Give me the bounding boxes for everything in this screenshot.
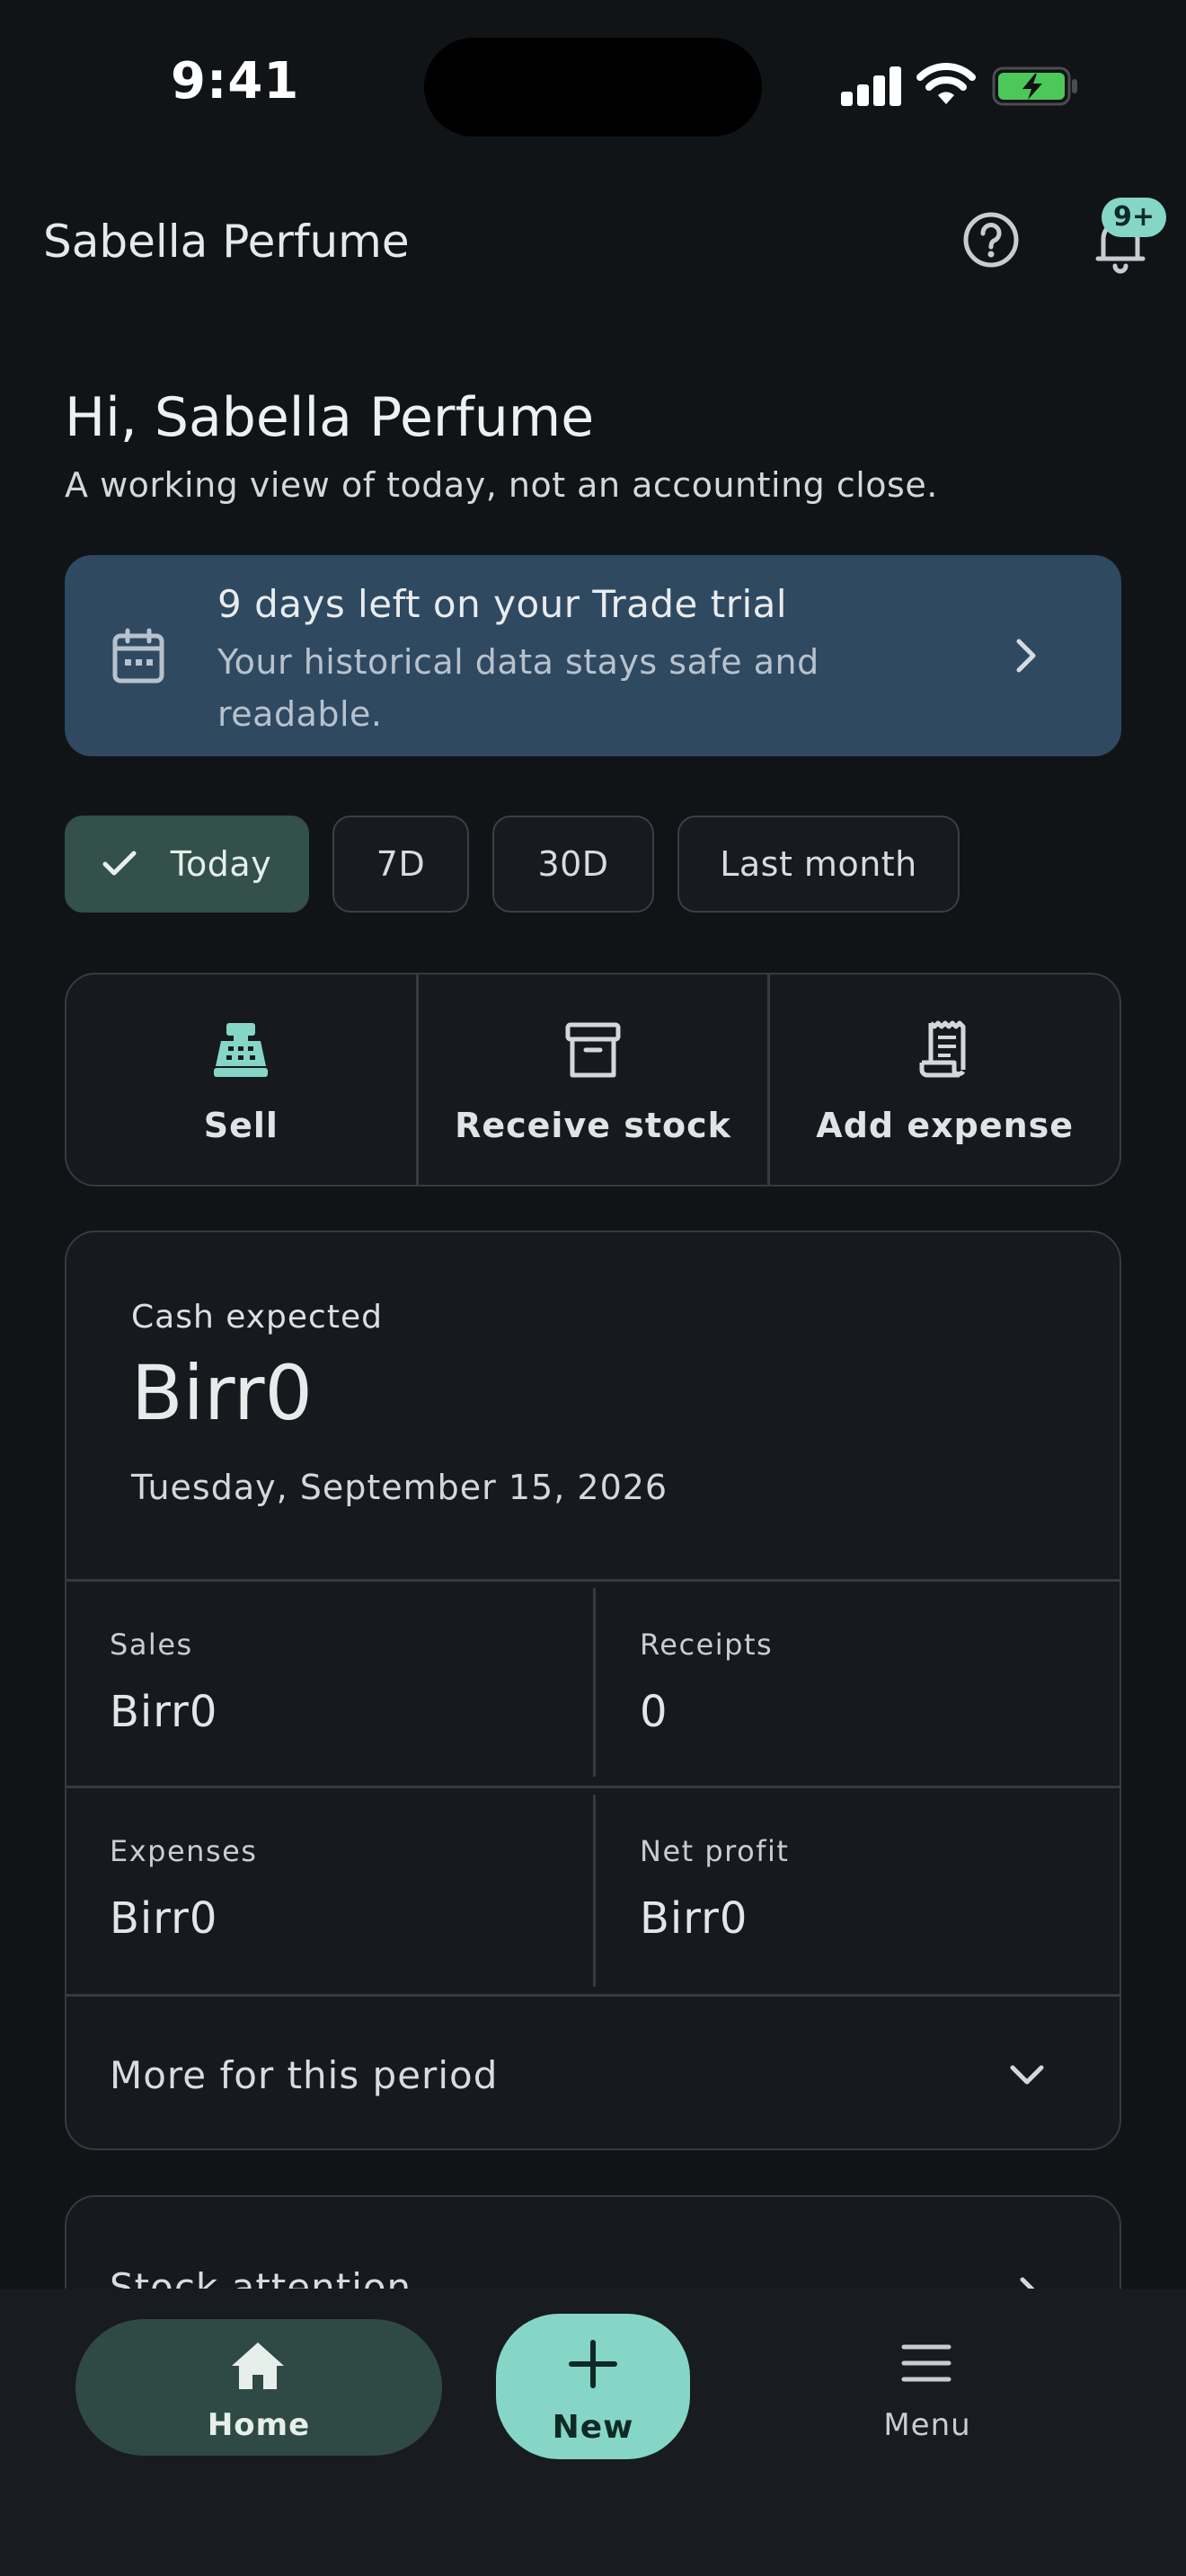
period-chip-label: 30D bbox=[537, 844, 609, 884]
more-for-period-label: More for this period bbox=[110, 2053, 499, 2097]
summary-date: Tuesday, September 15, 2026 bbox=[131, 1468, 668, 1507]
nav-home-button[interactable]: Home bbox=[75, 2319, 442, 2456]
nav-menu-button[interactable]: Menu bbox=[845, 2319, 1010, 2456]
sell-label: Sell bbox=[203, 1106, 279, 1145]
nav-menu-label: Menu bbox=[883, 2407, 971, 2443]
bottom-navigation: Home New Menu bbox=[0, 2289, 1186, 2576]
expenses-value: Birr0 bbox=[110, 1893, 218, 1944]
cash-register-icon bbox=[214, 1023, 269, 1077]
period-chip-label: Today bbox=[170, 844, 272, 884]
home-icon bbox=[232, 2342, 284, 2389]
quick-actions: Sell Receive stock Add expense bbox=[65, 973, 1121, 1187]
checkmark-icon bbox=[102, 851, 137, 876]
greeting-subtitle: A working view of today, not an accounti… bbox=[65, 465, 938, 505]
chevron-down-icon bbox=[1010, 2065, 1044, 2085]
sales-label: Sales bbox=[110, 1628, 193, 1662]
archive-box-icon bbox=[565, 1022, 621, 1078]
trial-title: 9 days left on your Trade trial bbox=[217, 582, 788, 626]
receive-stock-label: Receive stock bbox=[455, 1106, 731, 1145]
trial-banner[interactable]: 9 days left on your Trade trial Your his… bbox=[65, 555, 1121, 756]
add-expense-button[interactable]: Add expense bbox=[767, 975, 1120, 1185]
sell-button[interactable]: Sell bbox=[66, 975, 416, 1185]
divider bbox=[66, 1786, 1120, 1788]
help-icon[interactable] bbox=[961, 210, 1021, 269]
status-time: 9:41 bbox=[171, 52, 300, 110]
cellular-signal-icon bbox=[841, 66, 902, 106]
wifi-icon bbox=[916, 63, 976, 104]
receipts-label: Receipts bbox=[640, 1628, 774, 1662]
dynamic-island bbox=[424, 38, 762, 137]
nav-new-label: New bbox=[552, 2409, 634, 2446]
plus-icon bbox=[569, 2340, 617, 2388]
battery-charging-icon bbox=[992, 66, 1077, 106]
nav-new-button[interactable]: New bbox=[496, 2314, 690, 2459]
divider bbox=[593, 1795, 596, 1987]
nav-home-label: Home bbox=[207, 2407, 311, 2443]
divider bbox=[66, 1579, 1120, 1582]
more-for-period-toggle[interactable]: More for this period bbox=[66, 1996, 1120, 2148]
period-chip-7d[interactable]: 7D bbox=[332, 816, 469, 913]
cash-expected-value: Birr0 bbox=[131, 1349, 314, 1437]
period-chip-today[interactable]: Today bbox=[65, 816, 309, 913]
notification-count-badge: 9+ bbox=[1102, 198, 1166, 237]
receipt-icon bbox=[919, 1020, 966, 1078]
expenses-label: Expenses bbox=[110, 1834, 258, 1868]
period-chip-label: 7D bbox=[376, 844, 426, 884]
period-summary-card: Cash expected Birr0 Tuesday, September 1… bbox=[65, 1231, 1121, 2150]
cash-expected-label: Cash expected bbox=[131, 1299, 383, 1336]
status-bar: 9:41 bbox=[0, 0, 1186, 171]
add-expense-label: Add expense bbox=[816, 1106, 1075, 1145]
divider bbox=[593, 1588, 596, 1777]
sales-value: Birr0 bbox=[110, 1687, 218, 1737]
period-chip-30d[interactable]: 30D bbox=[492, 816, 654, 913]
trial-body: Your historical data stays safe and read… bbox=[217, 642, 819, 734]
chevron-right-icon bbox=[1016, 639, 1036, 673]
receipts-value: 0 bbox=[640, 1687, 668, 1737]
app-title: Sabella Perfume bbox=[43, 216, 410, 268]
net-profit-label: Net profit bbox=[640, 1834, 790, 1868]
hamburger-menu-icon bbox=[901, 2344, 951, 2382]
receive-stock-button[interactable]: Receive stock bbox=[415, 975, 768, 1185]
calendar-icon bbox=[112, 628, 164, 684]
greeting-title: Hi, Sabella Perfume bbox=[65, 386, 595, 449]
period-chip-last-month[interactable]: Last month bbox=[677, 816, 960, 913]
period-chip-label: Last month bbox=[720, 844, 917, 884]
home-screen: 9:41 Sabella Perfume 9+ Hi, Sabella Perf… bbox=[0, 0, 1186, 2576]
net-profit-value: Birr0 bbox=[640, 1893, 748, 1944]
